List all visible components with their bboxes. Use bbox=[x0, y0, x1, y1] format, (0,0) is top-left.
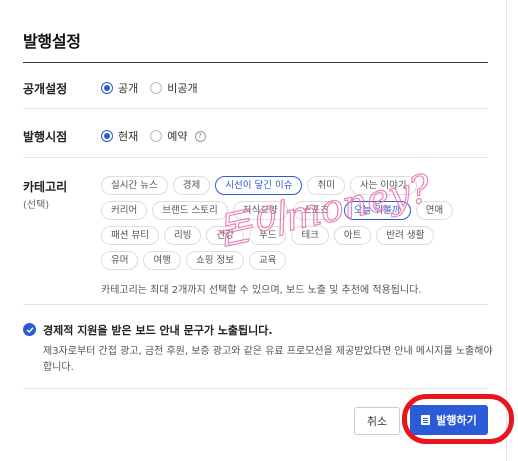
category-chip[interactable]: 테크 bbox=[291, 226, 329, 245]
category-chip[interactable]: 유머 bbox=[101, 251, 139, 270]
category-chip[interactable]: 여행 bbox=[143, 251, 181, 270]
category-label: 카테고리 bbox=[23, 180, 68, 194]
category-chip[interactable]: 커리어 bbox=[101, 201, 148, 220]
cancel-button[interactable]: 취소 bbox=[354, 407, 400, 435]
checkmark-icon[interactable] bbox=[23, 323, 36, 336]
category-chip[interactable]: 교육 bbox=[248, 251, 287, 270]
category-chip[interactable]: 패션 뷰티 bbox=[101, 226, 159, 245]
radio-checked-icon bbox=[101, 82, 113, 94]
visibility-private-radio[interactable]: 비공개 bbox=[150, 80, 198, 96]
radio-label: 현재 bbox=[118, 130, 139, 143]
category-chip[interactable]: 연애 bbox=[415, 201, 454, 220]
radio-label: 비공개 bbox=[167, 82, 198, 95]
help-icon[interactable]: ? bbox=[194, 130, 206, 142]
category-chip[interactable]: 푸드 bbox=[248, 226, 287, 245]
category-chip[interactable]: 취미 bbox=[307, 176, 345, 195]
category-chip[interactable]: 실시간 뉴스 bbox=[101, 176, 168, 195]
red-highlight-circle bbox=[402, 394, 514, 444]
category-chip[interactable]: 경제 bbox=[172, 176, 211, 195]
section-divider bbox=[23, 108, 488, 109]
category-chip[interactable]: 오늘 뭐볼까 bbox=[343, 201, 411, 220]
visibility-public-radio[interactable]: 공개 bbox=[101, 80, 138, 96]
category-chip[interactable]: 쇼핑 정보 bbox=[185, 251, 244, 270]
radio-label: 공개 bbox=[118, 82, 139, 95]
visibility-label: 공개설정 bbox=[23, 82, 68, 96]
category-chip[interactable]: 시선이 닿긴 이슈 bbox=[215, 176, 303, 195]
radio-label: 예약 bbox=[167, 130, 188, 143]
radio-unchecked-icon bbox=[150, 130, 163, 142]
category-chip[interactable]: 사는 이야기 bbox=[349, 176, 417, 195]
radio-unchecked-icon bbox=[150, 82, 163, 94]
title-divider bbox=[23, 62, 488, 63]
sponsorship-description: 제3자로부터 간접 광고, 금전 후원, 보증 광고와 같은 유료 프로모션을 … bbox=[43, 346, 493, 373]
category-chip[interactable]: 리빙 bbox=[163, 226, 202, 245]
publish-settings-dialog: 발행설정 공개설정 공개 비공개 발행시점 현재 예약 ? 카테고리 (선택) … bbox=[0, 0, 507, 461]
visibility-radio-group: 공개 비공개 bbox=[101, 80, 198, 96]
publish-now-radio[interactable]: 현재 bbox=[101, 128, 138, 144]
category-chip-list: 실시간 뉴스 경제 시선이 닿긴 이슈 취미 사는 이야기커리어 브랜드 스토리 지식교양 스… bbox=[101, 176, 461, 270]
category-chip[interactable]: 건강 bbox=[206, 226, 244, 245]
category-chip[interactable]: 반려 생활 bbox=[376, 226, 435, 245]
category-chip[interactable]: 스포츠 bbox=[292, 201, 339, 220]
category-hint: 카테고리는 최대 2개까지 선택할 수 있으며, 보드 노출 및 추천에 적용됩… bbox=[101, 285, 422, 296]
section-divider bbox=[23, 388, 488, 389]
category-chip[interactable]: 아트 bbox=[333, 226, 372, 245]
publish-scheduled-radio[interactable]: 예약 ? bbox=[150, 128, 206, 144]
publish-time-radio-group: 현재 예약 ? bbox=[101, 128, 206, 144]
category-chip[interactable]: 지식교양 bbox=[232, 201, 288, 220]
publish-time-label: 발행시점 bbox=[23, 130, 68, 144]
sponsorship-title: 경제적 지원을 받은 보드 안내 문구가 노출됩니다. bbox=[43, 324, 273, 337]
dialog-title: 발행설정 bbox=[23, 32, 81, 51]
category-sublabel: (선택) bbox=[23, 200, 50, 211]
section-divider bbox=[23, 157, 488, 158]
radio-checked-icon bbox=[101, 130, 113, 142]
section-divider bbox=[23, 304, 488, 305]
category-chip[interactable]: 브랜드 스토리 bbox=[152, 201, 228, 220]
